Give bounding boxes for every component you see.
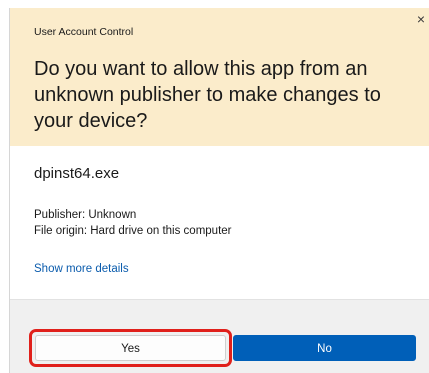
yes-button[interactable]: Yes <box>35 335 226 361</box>
file-origin-text: File origin: Hard drive on this computer <box>34 225 232 237</box>
show-more-details-link[interactable]: Show more details <box>34 263 129 275</box>
button-bar: Yes No <box>10 299 429 373</box>
dialog-header: User Account Control × Do you want to al… <box>10 8 429 146</box>
app-details: Publisher: Unknown File origin: Hard dri… <box>34 207 232 239</box>
close-icon[interactable]: × <box>414 12 428 26</box>
window-title: User Account Control <box>34 26 134 38</box>
no-button[interactable]: No <box>233 335 416 361</box>
uac-dialog: User Account Control × Do you want to al… <box>9 8 429 373</box>
publisher-text: Publisher: Unknown <box>34 209 137 221</box>
prompt-question: Do you want to allow this app from an un… <box>34 58 381 132</box>
app-name: dpinst64.exe <box>34 165 120 182</box>
